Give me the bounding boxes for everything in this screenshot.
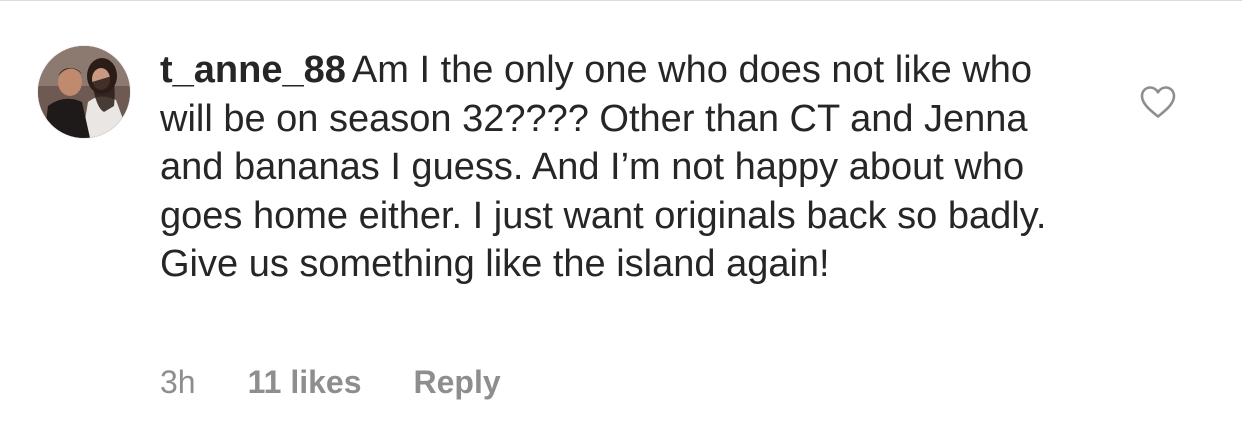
heart-outline-icon — [1140, 86, 1176, 118]
comment-likes-count[interactable]: 11 likes — [248, 364, 362, 401]
comment: t_anne_88 Am I the only one who does not … — [0, 0, 1242, 442]
comment-body: t_anne_88 Am I the only one who does not … — [160, 46, 1090, 289]
avatar[interactable] — [38, 46, 130, 138]
avatar-photo — [38, 46, 130, 138]
comment-timestamp[interactable]: 3h — [160, 364, 196, 401]
comment-username[interactable]: t_anne_88 — [160, 49, 346, 91]
comment-meta: 3h 11 likes Reply — [160, 360, 501, 404]
like-comment-button[interactable] — [1139, 84, 1177, 120]
reply-button[interactable]: Reply — [413, 364, 500, 401]
